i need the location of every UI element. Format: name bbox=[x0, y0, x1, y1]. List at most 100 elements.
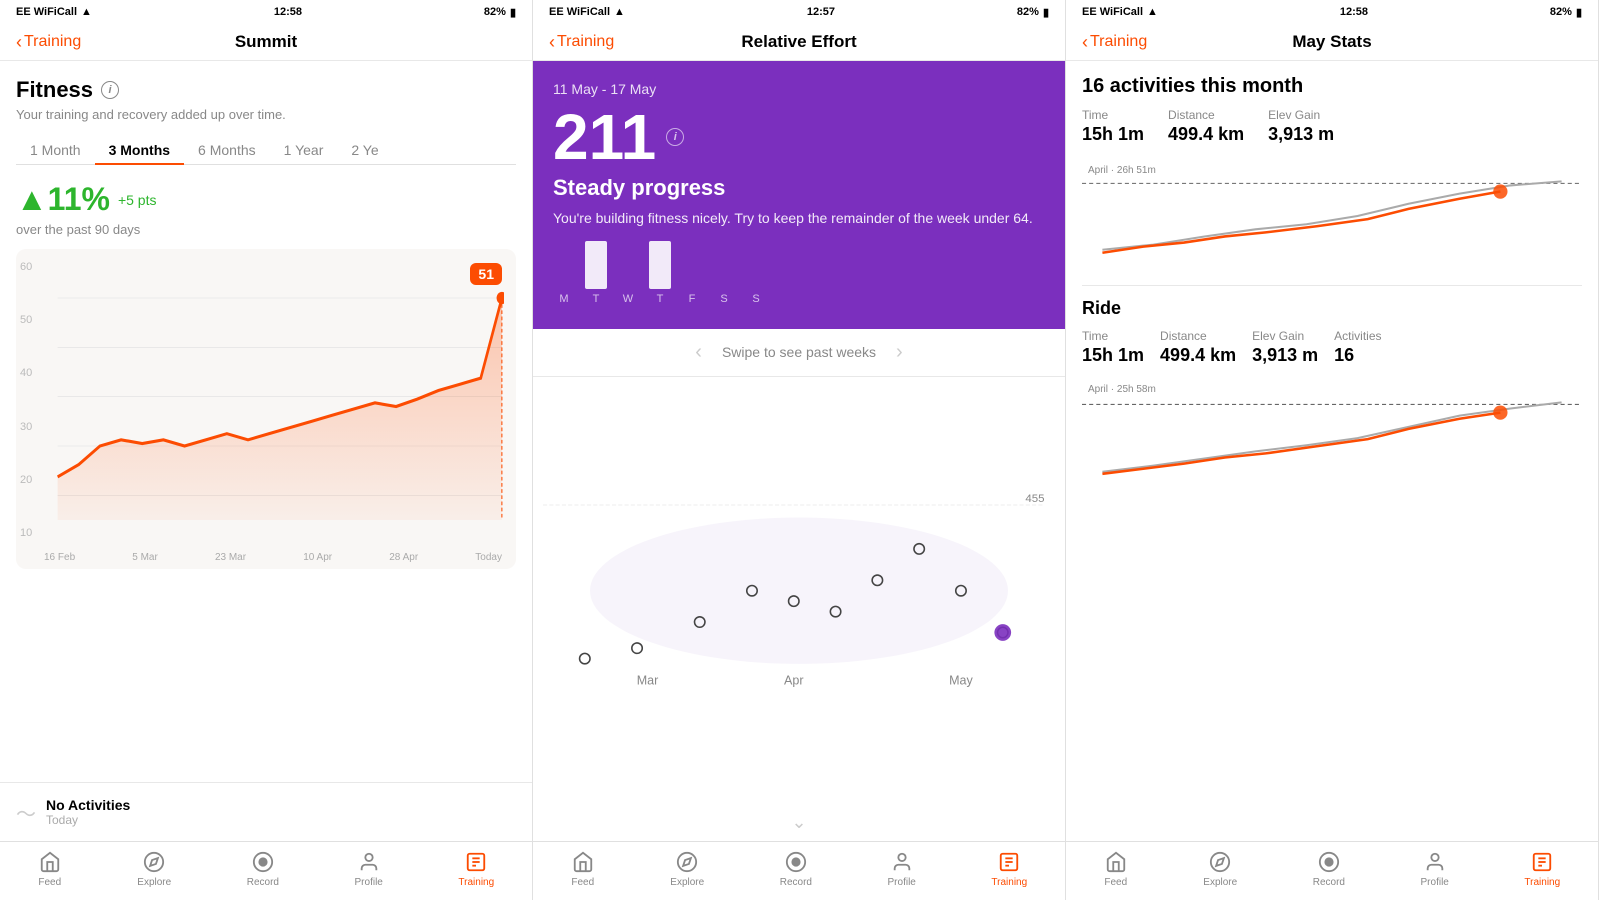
x-label-16feb: 16 Feb bbox=[44, 552, 75, 563]
tab-explore-1[interactable]: Explore bbox=[137, 850, 171, 888]
fitness-chart: 60 50 40 30 20 10 bbox=[16, 249, 516, 569]
month-stats-row: Time 15h 1m Distance 499.4 km Elev Gain … bbox=[1082, 108, 1582, 145]
chart-svg bbox=[28, 261, 504, 557]
ride-time-label: Time bbox=[1082, 329, 1144, 343]
svg-text:May: May bbox=[949, 673, 973, 687]
record-icon-2 bbox=[784, 850, 808, 874]
week-bar-thu: T bbox=[649, 241, 671, 305]
tab-2ye[interactable]: 2 Ye bbox=[337, 136, 392, 164]
stat-time: Time 15h 1m bbox=[1082, 108, 1144, 145]
change-pts: +5 pts bbox=[118, 192, 157, 208]
tab-label-record-2: Record bbox=[780, 877, 812, 888]
tab-3months[interactable]: 3 Months bbox=[95, 136, 184, 164]
chevron-down[interactable]: ⌄ bbox=[533, 804, 1065, 841]
stat-distance: Distance 499.4 km bbox=[1168, 108, 1244, 145]
progress-label: Steady progress bbox=[553, 175, 1045, 201]
back-button-3[interactable]: ‹ Training bbox=[1082, 32, 1147, 53]
next-week-button[interactable]: › bbox=[896, 341, 903, 364]
ride-activities-value: 16 bbox=[1334, 345, 1381, 366]
tab-training-2[interactable]: Training bbox=[991, 850, 1027, 888]
prev-week-button[interactable]: ‹ bbox=[695, 341, 702, 364]
fitness-subtitle: Your training and recovery added up over… bbox=[16, 107, 516, 122]
tab-label-explore-2: Explore bbox=[670, 877, 704, 888]
ride-distance-label: Distance bbox=[1160, 329, 1236, 343]
tab-training-1[interactable]: Training bbox=[458, 850, 494, 888]
tab-record-1[interactable]: Record bbox=[247, 850, 279, 888]
record-icon-1 bbox=[251, 850, 275, 874]
tab-label-explore-1: Explore bbox=[137, 877, 171, 888]
stats-section: 16 activities this month Time 15h 1m Dis… bbox=[1066, 61, 1598, 841]
status-right-3: 82% ▮ bbox=[1550, 6, 1582, 19]
tab-1month[interactable]: 1 Month bbox=[16, 136, 95, 164]
time-tabs: 1 Month 3 Months 6 Months 1 Year 2 Ye bbox=[16, 136, 516, 165]
stat-distance-label: Distance bbox=[1168, 108, 1244, 122]
svg-text:Apr: Apr bbox=[784, 673, 803, 687]
tab-explore-2[interactable]: Explore bbox=[670, 850, 704, 888]
nav-header-1: ‹ Training Summit bbox=[0, 24, 532, 61]
tab-profile-2[interactable]: Profile bbox=[888, 850, 916, 888]
tab-feed-3[interactable]: Feed bbox=[1104, 850, 1128, 888]
back-arrow-3: ‹ bbox=[1082, 32, 1088, 53]
y-label-40: 40 bbox=[20, 367, 32, 379]
screen-may-stats: EE WiFiCall ▲ 12:58 82% ▮ ‹ Training May… bbox=[1066, 0, 1599, 900]
nav-header-2: ‹ Training Relative Effort bbox=[533, 24, 1065, 61]
tab-1year[interactable]: 1 Year bbox=[270, 136, 338, 164]
tab-label-feed-3: Feed bbox=[1104, 877, 1127, 888]
no-activities-section: 〜 No Activities Today bbox=[0, 782, 532, 841]
april-label-1: April · 26h 51m bbox=[1088, 165, 1156, 176]
purple-info-icon[interactable]: i bbox=[666, 128, 684, 146]
ride-distance: Distance 499.4 km bbox=[1160, 329, 1236, 366]
ride-elev-label: Elev Gain bbox=[1252, 329, 1318, 343]
mini-chart-1: April · 26h 51m bbox=[1082, 159, 1582, 269]
tab-record-3[interactable]: Record bbox=[1313, 850, 1345, 888]
info-icon[interactable]: i bbox=[101, 81, 119, 99]
tab-profile-3[interactable]: Profile bbox=[1421, 850, 1449, 888]
no-act-title: No Activities bbox=[46, 797, 130, 813]
status-right-2: 82% ▮ bbox=[1017, 6, 1049, 19]
stat-elev: Elev Gain 3,913 m bbox=[1268, 108, 1334, 145]
back-button-1[interactable]: ‹ Training bbox=[16, 32, 81, 53]
x-label-today: Today bbox=[475, 552, 502, 563]
tab-profile-1[interactable]: Profile bbox=[355, 850, 383, 888]
status-left-1: EE WiFiCall ▲ bbox=[16, 6, 92, 18]
tab-6months[interactable]: 6 Months bbox=[184, 136, 270, 164]
chart-x-labels: 16 Feb 5 Mar 23 Mar 10 Apr 28 Apr Today bbox=[44, 552, 502, 563]
tab-feed-2[interactable]: Feed bbox=[571, 850, 595, 888]
profile-icon-1 bbox=[357, 850, 381, 874]
fitness-section: Fitness i Your training and recovery add… bbox=[0, 61, 532, 782]
week-bar-sat: S bbox=[713, 289, 735, 305]
tab-record-2[interactable]: Record bbox=[780, 850, 812, 888]
ride-elev: Elev Gain 3,913 m bbox=[1252, 329, 1318, 366]
activity-wave-icon: 〜 bbox=[16, 798, 36, 827]
home-icon-2 bbox=[571, 850, 595, 874]
stat-elev-value: 3,913 m bbox=[1268, 124, 1334, 145]
battery-icon-3: ▮ bbox=[1576, 6, 1582, 19]
page-title-1: Summit bbox=[235, 32, 297, 52]
wifi-icon-1: ▲ bbox=[81, 6, 92, 18]
status-bar-3: EE WiFiCall ▲ 12:58 82% ▮ bbox=[1066, 0, 1598, 24]
change-percent: ▲11% bbox=[16, 181, 110, 218]
ride-activities-label: Activities bbox=[1334, 329, 1381, 343]
y-label-50: 50 bbox=[20, 314, 32, 326]
tab-training-3[interactable]: Training bbox=[1524, 850, 1560, 888]
carrier-2: EE WiFiCall bbox=[549, 6, 610, 18]
stat-time-label: Time bbox=[1082, 108, 1144, 122]
chart-tooltip: 51 bbox=[470, 263, 502, 285]
mini-chart-2: April · 25h 58m bbox=[1082, 378, 1582, 488]
mini-chart-svg-1 bbox=[1082, 159, 1582, 269]
tab-feed-1[interactable]: Feed bbox=[38, 850, 62, 888]
x-label-5mar: 5 Mar bbox=[132, 552, 158, 563]
tab-explore-3[interactable]: Explore bbox=[1203, 850, 1237, 888]
ride-time-value: 15h 1m bbox=[1082, 345, 1144, 366]
svg-text:455: 455 bbox=[1025, 492, 1044, 504]
battery-1: 82% bbox=[484, 6, 506, 18]
y-label-10: 10 bbox=[20, 527, 32, 539]
week-day-fri: F bbox=[689, 293, 696, 305]
record-icon-3 bbox=[1317, 850, 1341, 874]
back-button-2[interactable]: ‹ Training bbox=[549, 32, 614, 53]
fitness-change: ▲11% +5 pts bbox=[16, 181, 516, 218]
carrier-3: EE WiFiCall bbox=[1082, 6, 1143, 18]
week-day-sat: S bbox=[720, 293, 727, 305]
back-label-1: Training bbox=[24, 33, 81, 51]
tab-label-training-1: Training bbox=[458, 877, 494, 888]
